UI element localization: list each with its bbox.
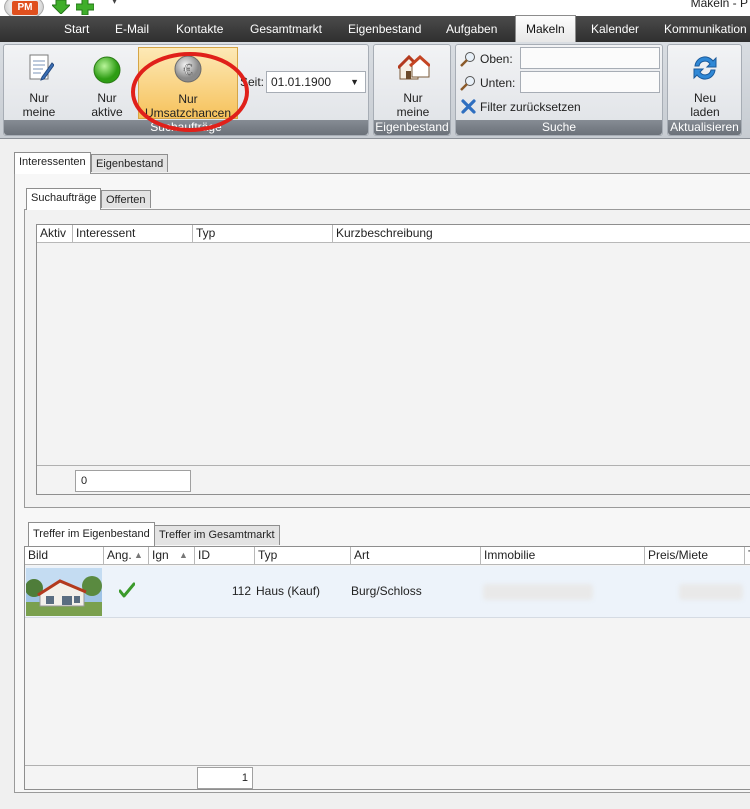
tab-suchauftraege[interactable]: Suchaufträge xyxy=(26,188,102,210)
col-ign-label: Ign xyxy=(152,548,169,562)
col-aktiv[interactable]: Aktiv xyxy=(37,225,73,243)
oben-label: Oben: xyxy=(480,52,513,66)
col-bild[interactable]: Bild xyxy=(25,547,104,565)
tab-gesamtmarkt[interactable]: Gesamtmarkt xyxy=(250,16,322,42)
ribbon: Nur meine Nur aktive € Nur Umsatzchancen… xyxy=(0,42,750,139)
col-ang[interactable]: Ang. ▲ xyxy=(104,547,149,565)
neu-laden-button[interactable]: Neu laden xyxy=(672,47,738,119)
grid1-footer-divider xyxy=(37,465,750,466)
download-icon[interactable] xyxy=(50,0,72,15)
green-dot-icon xyxy=(92,55,122,88)
table-row[interactable]: 112 Haus (Kauf) Burg/Schloss xyxy=(25,566,750,618)
eigenbestand-nur-meine-button[interactable]: Nur meine xyxy=(380,47,446,119)
magnifier-up-icon xyxy=(460,51,476,70)
tab-makeln[interactable]: Makeln xyxy=(515,15,576,43)
cell-typ: Haus (Kauf) xyxy=(256,584,321,598)
filter-reset-label: Filter zurücksetzen xyxy=(480,100,581,114)
group-suche-label: Suche xyxy=(456,120,662,135)
col-ang-label: Ang. xyxy=(107,548,132,562)
tab-treffer-eigenbestand[interactable]: Treffer im Eigenbestand xyxy=(28,522,155,546)
close-x-icon xyxy=(461,99,476,114)
sort-up-icon: ▲ xyxy=(179,550,188,560)
eigenbestand-nur-meine-label: Nur meine xyxy=(396,91,430,119)
col-id[interactable]: ID xyxy=(195,547,255,565)
refresh-icon xyxy=(690,53,720,86)
cell-id: 112 xyxy=(231,584,251,598)
seit-date-select[interactable]: 01.01.1900 ▼ xyxy=(266,71,366,93)
col-ign[interactable]: Ign ▲ xyxy=(149,547,195,565)
seit-date-value: 01.01.1900 xyxy=(271,75,332,89)
quick-access-dropdown-icon[interactable]: ▾ xyxy=(112,0,117,7)
sort-up-icon: ▲ xyxy=(134,550,143,560)
cell-immobilie-redacted xyxy=(483,584,593,600)
title-bar: PM ▾ Makeln - P xyxy=(0,0,750,20)
property-thumbnail xyxy=(25,568,102,616)
col-preis-miete[interactable]: Preis/Miete xyxy=(645,547,745,565)
neu-laden-label: Neu laden xyxy=(690,91,720,119)
grid2-footer-divider xyxy=(25,765,750,766)
tab-email[interactable]: E-Mail xyxy=(115,16,149,42)
treffer-grid: Bild Ang. ▲ Ign ▲ ID Typ Art Immobilie P… xyxy=(24,546,750,790)
group-eigenbestand-label: Eigenbestand xyxy=(374,120,450,135)
group-suchauftraege: Nur meine Nur aktive € Nur Umsatzchancen… xyxy=(3,44,369,136)
suchauftraege-grid: Aktiv Interessent Typ Kurzbeschreibung 0 xyxy=(36,224,750,495)
oben-input[interactable] xyxy=(520,47,660,69)
magnifier-down-icon xyxy=(460,75,476,94)
tab-kommunikation[interactable]: Kommunikation xyxy=(664,16,747,42)
tab-interessenten[interactable]: Interessenten xyxy=(14,152,91,174)
unten-label: Unten: xyxy=(480,76,516,90)
grid2-count: 1 xyxy=(197,767,253,789)
grid1-count: 0 xyxy=(75,470,191,492)
tab-kalender[interactable]: Kalender xyxy=(591,16,639,42)
tab-eigenbestand[interactable]: Eigenbestand xyxy=(348,16,421,42)
tab-aufgaben[interactable]: Aufgaben xyxy=(446,16,497,42)
chevron-down-icon[interactable]: ▼ xyxy=(350,72,359,92)
nur-meine-label: Nur meine xyxy=(22,91,56,119)
col-immobilie[interactable]: Immobilie xyxy=(481,547,645,565)
col-typ[interactable]: Typ xyxy=(193,225,333,243)
tab-kontakte[interactable]: Kontakte xyxy=(176,16,223,42)
col-t[interactable]: T xyxy=(745,547,750,565)
window-title: Makeln - P xyxy=(690,0,748,10)
col-kurzbeschreibung[interactable]: Kurzbeschreibung xyxy=(333,225,750,243)
document-pen-icon xyxy=(28,53,55,86)
group-aktualisieren-label: Aktualisieren xyxy=(668,120,741,135)
add-icon[interactable] xyxy=(75,0,95,16)
col-art[interactable]: Art xyxy=(351,547,481,565)
check-icon xyxy=(118,582,136,601)
group-eigenbestand: Nur meine Eigenbestand xyxy=(373,44,451,136)
tab-eigenbestand-main[interactable]: Eigenbestand xyxy=(91,154,169,172)
houses-icon xyxy=(396,53,432,86)
cell-art: Burg/Schloss xyxy=(351,584,422,598)
tab-offerten[interactable]: Offerten xyxy=(101,190,151,208)
group-suche: Oben: Unten: Filter zurücksetzen Suche xyxy=(455,44,663,136)
nur-meine-button[interactable]: Nur meine xyxy=(8,47,70,119)
tab-start[interactable]: Start xyxy=(64,16,89,42)
col-interessent[interactable]: Interessent xyxy=(73,225,193,243)
tab-treffer-gesamtmarkt[interactable]: Treffer im Gesamtmarkt xyxy=(154,525,280,545)
filter-reset-button[interactable]: Filter zurücksetzen xyxy=(460,98,620,116)
group-aktualisieren: Neu laden Aktualisieren xyxy=(667,44,742,136)
cell-preis-redacted xyxy=(679,584,743,600)
unten-input[interactable] xyxy=(520,71,660,93)
highlight-circle xyxy=(131,52,249,132)
ribbon-tab-bar: Start E-Mail Kontakte Gesamtmarkt Eigenb… xyxy=(0,15,750,43)
col-typ[interactable]: Typ xyxy=(255,547,351,565)
app-logo-text: PM xyxy=(12,1,38,15)
